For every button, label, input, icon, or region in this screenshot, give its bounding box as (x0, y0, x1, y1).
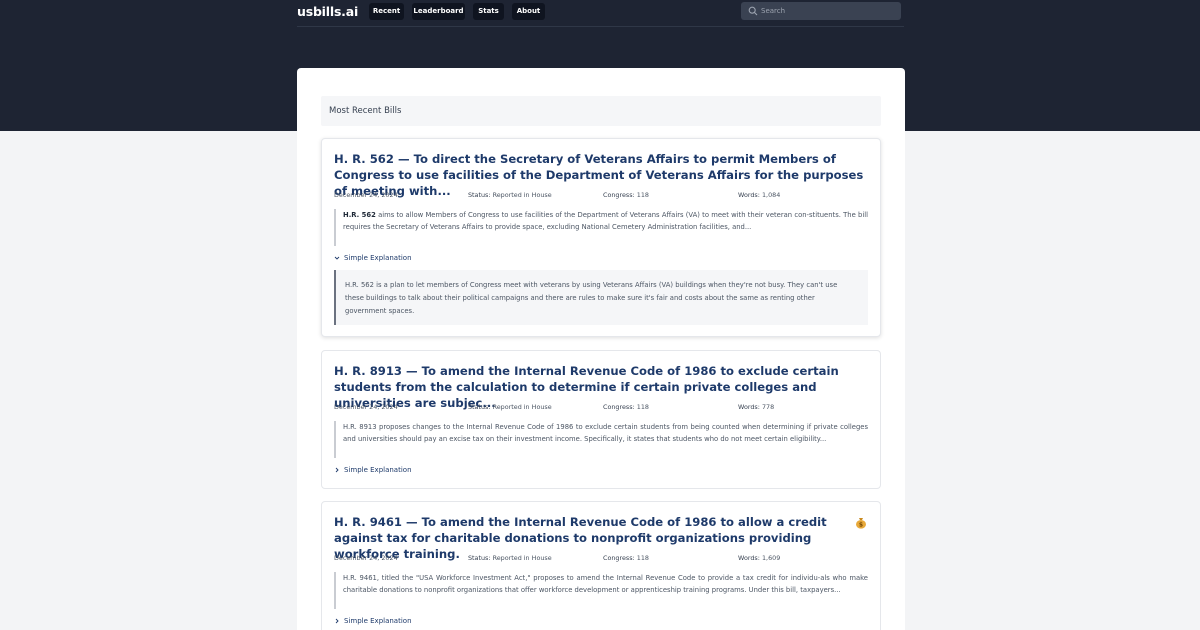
bill-summary: H.R. 8913 proposes changes to the Intern… (334, 421, 868, 458)
bill-date: December 24, 2024 (334, 554, 398, 562)
search-icon (748, 6, 758, 16)
money-bag-icon: $ (856, 518, 866, 529)
chevron-down-icon (334, 256, 340, 260)
bill-status: Status: Reported in House (468, 554, 552, 562)
section-title: Most Recent Bills (321, 96, 881, 126)
bill-words: Words: 778 (738, 403, 775, 411)
bill-congress: Congress: 118 (603, 191, 649, 199)
chevron-right-icon (335, 618, 339, 624)
nav-about[interactable]: About (512, 3, 545, 20)
bill-summary: H.R. 562 aims to allow Members of Congre… (334, 209, 868, 246)
bill-card[interactable]: H. R. 562 — To direct the Secretary of V… (321, 138, 881, 337)
search-input[interactable]: Search (741, 2, 901, 20)
bill-status: Status: Reported in House (468, 403, 552, 411)
bill-congress: Congress: 118 (603, 403, 649, 411)
bill-words: Words: 1,084 (738, 191, 781, 199)
simple-explanation-content: H.R. 562 is a plan to let members of Con… (334, 270, 868, 325)
simple-explanation-toggle[interactable]: Simple Explanation (334, 464, 412, 476)
bill-status: Status: Reported in House (468, 191, 552, 199)
nav-stats[interactable]: Stats (473, 3, 504, 20)
chevron-right-icon (335, 467, 339, 473)
simple-explanation-toggle[interactable]: Simple Explanation (334, 615, 412, 627)
top-navigation: usbills.ai Recent Leaderboard Stats Abou… (297, 0, 904, 27)
bill-summary: H.R. 9461, titled the "USA Workforce Inv… (334, 572, 868, 609)
bill-words: Words: 1,609 (738, 554, 781, 562)
bill-title[interactable]: H. R. 8913 — To amend the Internal Reven… (334, 363, 866, 411)
bill-date: December 24, 2024 (334, 191, 398, 199)
bill-card[interactable]: H. R. 8913 — To amend the Internal Reven… (321, 350, 881, 489)
bill-date: December 24, 2024 (334, 403, 398, 411)
simple-explanation-toggle[interactable]: Simple Explanation (334, 252, 412, 264)
search-placeholder: Search (761, 7, 786, 15)
main-panel: Most Recent Bills H. R. 562 — To direct … (297, 68, 905, 630)
nav-recent[interactable]: Recent (369, 3, 404, 20)
site-logo[interactable]: usbills.ai (297, 4, 358, 19)
nav-leaderboard[interactable]: Leaderboard (412, 3, 465, 20)
svg-text:$: $ (859, 522, 863, 529)
bill-congress: Congress: 118 (603, 554, 649, 562)
bill-card[interactable]: H. R. 9461 — To amend the Internal Reven… (321, 501, 881, 630)
bill-title[interactable]: H. R. 562 — To direct the Secretary of V… (334, 151, 866, 199)
